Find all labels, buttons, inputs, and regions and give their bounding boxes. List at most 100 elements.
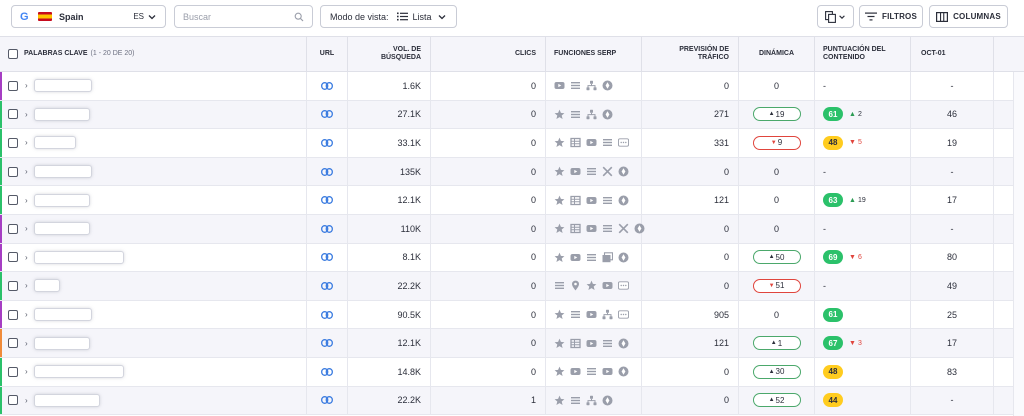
knowledge-icon[interactable] <box>602 80 613 91</box>
table-row[interactable]: › 110K 0 0 0 - - <box>0 215 1024 244</box>
list-icon[interactable] <box>602 223 613 234</box>
sitemap-icon[interactable] <box>586 80 597 91</box>
row-checkbox[interactable] <box>8 366 18 377</box>
dynamics-badge[interactable]: ▲ 1 <box>752 336 801 351</box>
youtube-icon[interactable] <box>586 195 597 206</box>
knowledge-icon[interactable] <box>618 252 629 263</box>
youtube-icon[interactable] <box>586 223 597 234</box>
youtube-icon[interactable] <box>554 80 565 91</box>
list-icon[interactable] <box>570 309 581 320</box>
star-icon[interactable] <box>554 338 565 349</box>
row-checkbox[interactable] <box>8 80 18 91</box>
more-icon[interactable] <box>618 137 629 148</box>
expand-chevron-icon[interactable]: › <box>25 81 28 90</box>
sitemap-icon[interactable] <box>586 109 597 120</box>
expand-chevron-icon[interactable]: › <box>25 339 28 348</box>
x-icon[interactable] <box>618 223 629 234</box>
star-icon[interactable] <box>554 252 565 263</box>
table-row[interactable]: › 33.1K 0 331 ▼ 9 48 ▼ 5 19 <box>0 129 1024 158</box>
expand-chevron-icon[interactable]: › <box>25 138 28 147</box>
expand-chevron-icon[interactable]: › <box>25 167 28 176</box>
expand-chevron-icon[interactable]: › <box>25 110 28 119</box>
row-checkbox[interactable] <box>8 280 18 291</box>
link-icon[interactable] <box>321 110 333 119</box>
list-icon[interactable] <box>602 338 613 349</box>
link-icon[interactable] <box>321 196 333 205</box>
table-row[interactable]: › 22.2K 0 0 ▼ 51 - 49 <box>0 272 1024 301</box>
keyword-redacted[interactable] <box>33 193 90 207</box>
table-row[interactable]: › 12.1K 0 121 ▲ 1 67 ▼ 3 17 <box>0 329 1024 358</box>
filters-button[interactable]: FILTROS <box>859 5 923 28</box>
youtube-icon[interactable] <box>602 366 613 377</box>
row-checkbox[interactable] <box>8 166 18 177</box>
table-icon[interactable] <box>570 338 581 349</box>
content-score-badge[interactable]: 63 <box>823 193 843 208</box>
row-checkbox[interactable] <box>8 109 18 120</box>
expand-chevron-icon[interactable]: › <box>25 396 28 405</box>
columns-button[interactable]: COLUMNAS <box>929 5 1008 28</box>
keyword-redacted[interactable] <box>33 107 90 121</box>
expand-chevron-icon[interactable]: › <box>25 367 28 376</box>
expand-chevron-icon[interactable]: › <box>25 253 28 262</box>
table-icon[interactable] <box>570 195 581 206</box>
sitemap-icon[interactable] <box>602 309 613 320</box>
list-icon[interactable] <box>570 109 581 120</box>
star-icon[interactable] <box>554 166 565 177</box>
keyword-redacted[interactable] <box>33 308 92 322</box>
table-row[interactable]: › 22.2K 1 0 ▲ 52 44 - <box>0 386 1024 416</box>
star-icon[interactable] <box>554 223 565 234</box>
expand-chevron-icon[interactable]: › <box>25 310 28 319</box>
more-icon[interactable] <box>618 309 629 320</box>
link-icon[interactable] <box>321 339 333 348</box>
youtube-icon[interactable] <box>602 280 613 291</box>
view-mode-select[interactable]: Modo de vista: Lista <box>320 5 457 28</box>
star-icon[interactable] <box>554 195 565 206</box>
youtube-icon[interactable] <box>570 252 581 263</box>
content-score-badge[interactable]: 69 <box>823 250 843 265</box>
list-icon[interactable] <box>586 366 597 377</box>
keyword-redacted[interactable] <box>33 250 124 264</box>
table-row[interactable]: › 12.1K 0 121 0 63 ▲ 19 17 <box>0 186 1024 215</box>
header-traffic[interactable]: PREVISIÓN DE TRÁFICO <box>642 37 739 71</box>
list-icon[interactable] <box>570 395 581 406</box>
header-clicks[interactable]: CLICS <box>431 37 546 71</box>
row-checkbox[interactable] <box>8 395 18 406</box>
dynamics-badge[interactable]: ▲ 19 <box>752 107 801 122</box>
star-icon[interactable] <box>554 109 565 120</box>
select-all-checkbox[interactable] <box>8 49 18 59</box>
link-icon[interactable] <box>321 396 333 405</box>
expand-chevron-icon[interactable]: › <box>25 281 28 290</box>
copy-button[interactable] <box>817 5 854 28</box>
table-row[interactable]: › 135K 0 0 0 - - <box>0 157 1024 187</box>
header-oct[interactable]: OCT-01 <box>911 37 994 71</box>
content-score-badge[interactable]: 48 <box>823 364 843 379</box>
link-icon[interactable] <box>321 367 333 376</box>
youtube-icon[interactable] <box>586 309 597 320</box>
list-icon[interactable] <box>602 195 613 206</box>
list-icon[interactable] <box>586 252 597 263</box>
table-row[interactable]: › 8.1K 0 0 ▲ 50 69 ▼ 6 80 <box>0 243 1024 273</box>
images-icon[interactable] <box>602 252 613 263</box>
link-icon[interactable] <box>321 282 333 290</box>
list-icon[interactable] <box>554 280 565 291</box>
knowledge-icon[interactable] <box>618 366 629 377</box>
dynamics-badge[interactable]: ▼ 9 <box>752 135 801 150</box>
table-icon[interactable] <box>570 137 581 148</box>
dynamics-badge[interactable]: ▲ 30 <box>752 364 801 379</box>
x-icon[interactable] <box>602 166 613 177</box>
star-icon[interactable] <box>554 395 565 406</box>
database-select[interactable]: G Spain ES <box>11 5 166 28</box>
row-checkbox[interactable] <box>8 252 18 263</box>
keyword-redacted[interactable] <box>33 279 60 293</box>
table-icon[interactable] <box>570 223 581 234</box>
header-keyword[interactable]: PALABRAS CLAVE (1 - 20 DE 20) <box>0 37 307 71</box>
header-url[interactable]: URL <box>307 37 348 71</box>
dynamics-badge[interactable]: ▲ 50 <box>752 250 801 265</box>
row-checkbox[interactable] <box>8 338 18 349</box>
sitemap-icon[interactable] <box>586 395 597 406</box>
content-score-badge[interactable]: 67 <box>823 336 843 351</box>
row-checkbox[interactable] <box>8 309 18 320</box>
knowledge-icon[interactable] <box>602 109 613 120</box>
knowledge-icon[interactable] <box>618 338 629 349</box>
pin-icon[interactable] <box>570 280 581 291</box>
